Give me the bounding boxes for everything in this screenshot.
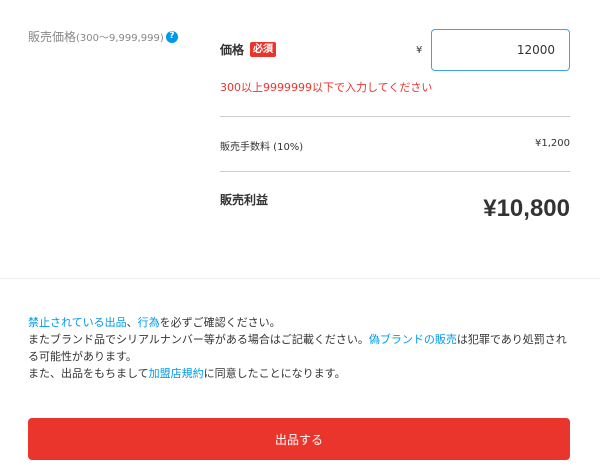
price-label: 価格 必須 [220, 41, 277, 58]
profit-label: 販売利益 [220, 193, 269, 207]
prohibited-acts-link[interactable]: 行為 [138, 316, 160, 329]
profit-value: ¥10,800 [483, 195, 570, 222]
fee-row: 販売手数料 (10%) ¥1,200 [220, 138, 570, 153]
section-divider [0, 278, 600, 279]
question-circle-icon[interactable]: ? [165, 30, 178, 43]
notice-separator: 、 [126, 316, 138, 329]
price-label-text: 価格 [220, 43, 245, 57]
price-row: 価格 必須 ¥ [220, 29, 570, 71]
currency-symbol: ¥ [416, 45, 423, 56]
fee-label: 販売手数料 (10%) [220, 142, 304, 153]
sales-price-label: 販売価格 [28, 30, 77, 44]
price-section: 販売価格(300〜9,999,999)? 価格 必須 ¥ 300以上999999… [0, 0, 600, 278]
required-badge: 必須 [250, 42, 277, 57]
notice-text: 禁止されている出品、行為を必ずご確認ください。 またブランド品でシリアルナンバー… [28, 314, 573, 382]
divider [220, 171, 570, 172]
counterfeit-brand-link[interactable]: 偽ブランドの販売 [369, 333, 457, 346]
prohibited-items-link[interactable]: 禁止されている出品 [28, 316, 127, 329]
divider [220, 116, 570, 117]
price-error-message: 300以上9999999以下で入力してください [220, 81, 433, 94]
list-item-button[interactable]: 出品する [28, 418, 570, 460]
notice-line3-text: また、出品をもちまして [28, 367, 149, 380]
price-input[interactable] [431, 29, 570, 71]
notice-line3-text2: に同意したことになります。 [203, 367, 346, 380]
sales-price-heading: 販売価格 (300〜9,999,999)? [28, 28, 178, 45]
merchant-terms-link[interactable]: 加盟店規約 [149, 367, 204, 380]
notice-line1-text: を必ずご確認ください。 [159, 316, 281, 329]
fee-value: ¥1,200 [535, 138, 570, 149]
sales-price-range: (300〜9,999,999) [76, 33, 164, 44]
notice-line2-text: またブランド品でシリアルナンバー等がある場合はご記載ください。 [28, 333, 369, 346]
